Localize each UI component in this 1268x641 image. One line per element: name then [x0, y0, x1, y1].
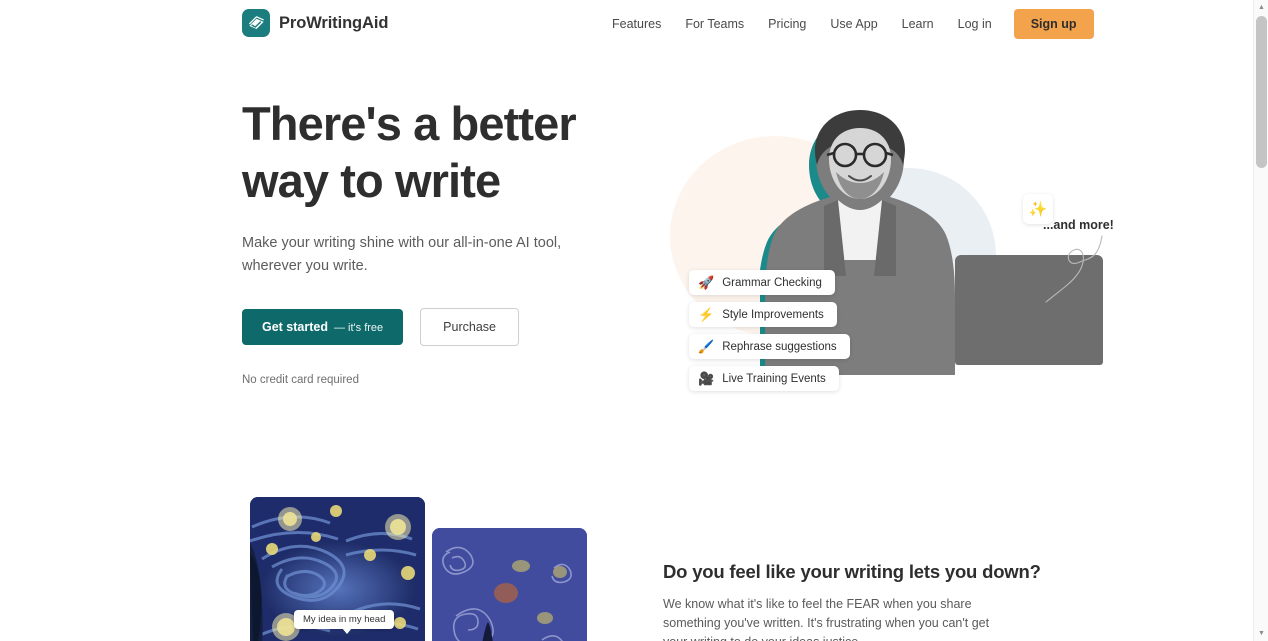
feature-pill-rephrase-suggestions[interactable]: 🖌️ Rephrase suggestions	[689, 334, 850, 359]
main-navigation: Features For Teams Pricing Use App Learn…	[600, 0, 1094, 48]
scroll-down-arrow-icon[interactable]: ▼	[1254, 626, 1268, 641]
feature-pill-label: Style Improvements	[722, 308, 824, 321]
vertical-scrollbar[interactable]: ▲ ▼	[1253, 0, 1268, 641]
scroll-up-arrow-icon[interactable]: ▲	[1254, 0, 1268, 15]
brand-logo-link[interactable]: ProWritingAid	[242, 9, 388, 37]
section2-copy: Do you feel like your writing lets you d…	[663, 561, 1041, 641]
get-started-suffix: — it's free	[334, 322, 384, 334]
feature-pill-grammar-checking[interactable]: 🚀 Grammar Checking	[689, 270, 835, 295]
get-started-label: Get started	[262, 320, 328, 334]
hero-cta-group: Get started — it's free Purchase	[242, 308, 622, 346]
nav-learn[interactable]: Learn	[890, 12, 946, 37]
nav-for-teams[interactable]: For Teams	[673, 12, 756, 37]
movie-camera-icon: 🎥	[698, 371, 715, 386]
feature-pill-label: Grammar Checking	[722, 276, 822, 289]
scrollbar-thumb[interactable]	[1256, 16, 1267, 168]
feature-pill-label: Rephrase suggestions	[722, 340, 837, 353]
hero-copy: There's a better way to write Make your …	[242, 95, 622, 386]
feature-pill-style-improvements[interactable]: ⚡ Style Improvements	[689, 302, 837, 327]
hero-title-line-1: There's a better	[242, 97, 577, 150]
hero-section: There's a better way to write Make your …	[0, 48, 1253, 478]
my-idea-in-my-head-label: My idea in my head	[294, 610, 395, 634]
hero-illustration: ...and more! ✨ 🚀 Grammar Checking ⚡ Styl…	[645, 100, 1114, 440]
site-header: ProWritingAid Features For Teams Pricing…	[0, 0, 1253, 48]
nav-use-app[interactable]: Use App	[818, 12, 889, 37]
get-started-button[interactable]: Get started — it's free	[242, 309, 404, 345]
paintbrush-icon: 🖌️	[698, 339, 715, 354]
page-content: ProWritingAid Features For Teams Pricing…	[0, 0, 1253, 641]
purchase-button[interactable]: Purchase	[420, 308, 519, 346]
feature-pill-label: Live Training Events	[722, 372, 826, 385]
section2-title: Do you feel like your writing lets you d…	[663, 561, 1041, 582]
lightning-bolt-icon: ⚡	[698, 307, 715, 322]
feature-pill-live-training-events[interactable]: 🎥 Live Training Events	[689, 366, 839, 391]
writing-lets-you-down-section: My idea in my head Do you feel like your…	[0, 478, 1253, 641]
nav-features[interactable]: Features	[600, 12, 673, 37]
starry-night-comparison-art: My idea in my head	[250, 497, 595, 641]
hero-title: There's a better way to write	[242, 95, 622, 209]
feature-pill-list: 🚀 Grammar Checking ⚡ Style Improvements …	[689, 270, 850, 391]
hero-title-line-2: way to write	[242, 154, 501, 207]
sparkles-icon: ✨	[1023, 194, 1053, 224]
prowritingaid-books-logo-icon	[242, 9, 270, 37]
browser-viewport: ProWritingAid Features For Teams Pricing…	[0, 0, 1268, 641]
and-more-annotation: ...and more!	[1043, 218, 1114, 232]
nav-pricing[interactable]: Pricing	[756, 12, 818, 37]
curly-pointer-line-icon	[1045, 235, 1103, 303]
sign-up-button[interactable]: Sign up	[1013, 8, 1094, 40]
brand-name: ProWritingAid	[279, 13, 389, 32]
no-credit-card-note: No credit card required	[242, 374, 359, 386]
rocket-icon: 🚀	[698, 275, 715, 290]
hero-subtitle: Make your writing shine with our all-in-…	[242, 235, 562, 274]
nav-log-in[interactable]: Log in	[946, 12, 1004, 37]
sparse-rendition-graphic	[432, 528, 587, 641]
section2-body: We know what it's like to feel the FEAR …	[663, 597, 990, 641]
